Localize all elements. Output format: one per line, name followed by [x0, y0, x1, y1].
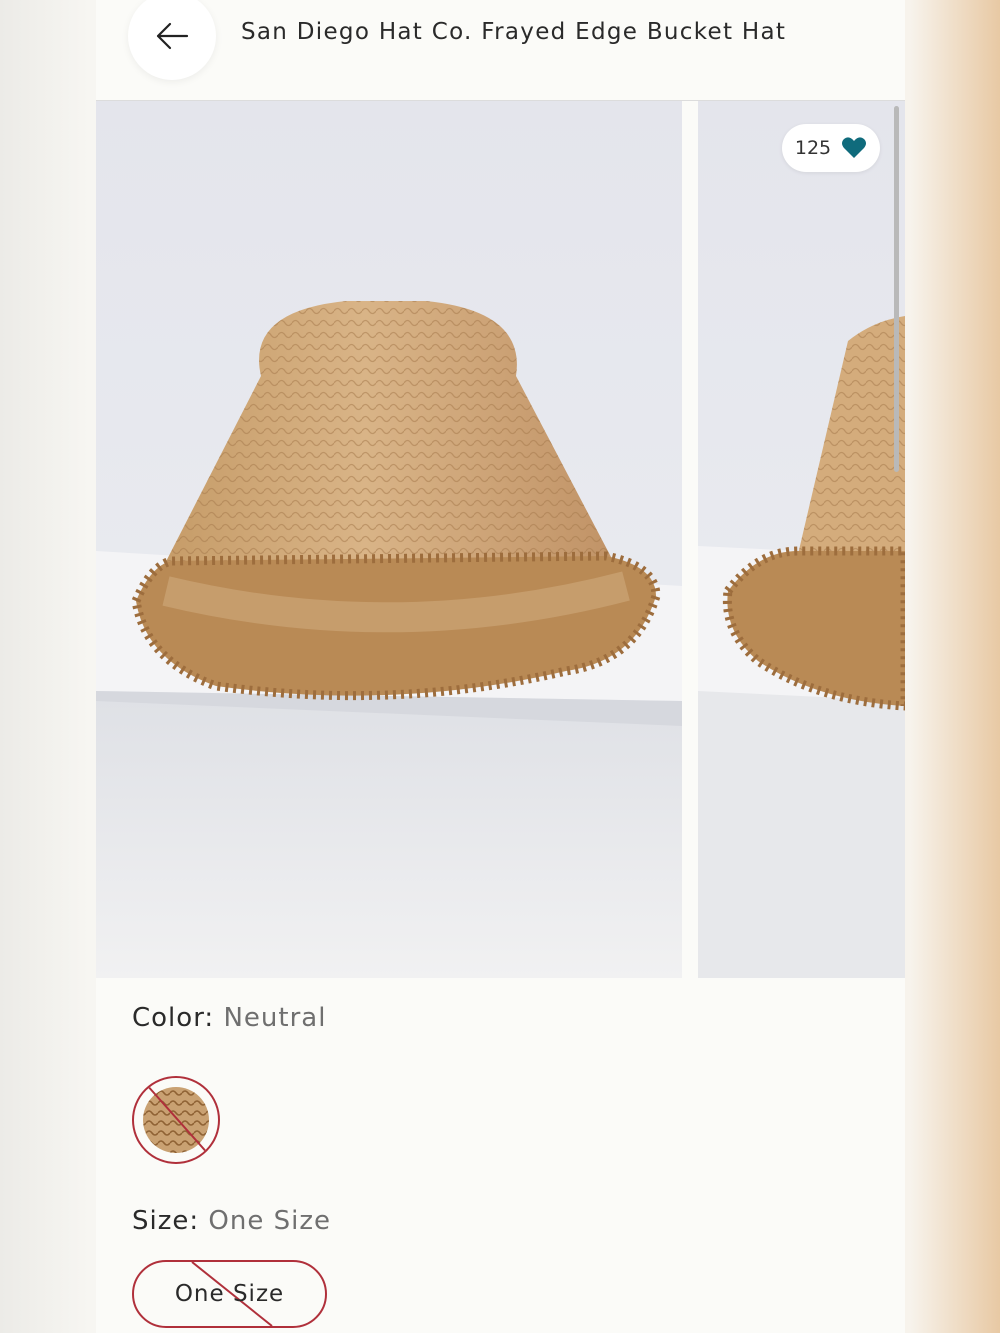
page-title: San Diego Hat Co. Frayed Edge Bucket Hat: [241, 19, 787, 45]
back-button[interactable]: [128, 0, 216, 80]
like-button[interactable]: 125: [782, 124, 880, 172]
product-image-next[interactable]: [698, 101, 905, 978]
color-label: Color: Neutral: [132, 1003, 326, 1033]
swatch-image: [136, 1080, 216, 1160]
color-label-key: Color:: [132, 1003, 215, 1033]
size-value: One Size: [208, 1206, 331, 1236]
like-count: 125: [794, 137, 832, 159]
product-image-main[interactable]: [96, 101, 682, 978]
arrow-left-icon: [156, 22, 189, 50]
size-label-key: Size:: [132, 1206, 200, 1236]
hat-photo-secondary: [698, 101, 905, 978]
hat-photo: [96, 101, 682, 978]
scrollbar[interactable]: [894, 106, 899, 472]
heart-icon: [842, 137, 867, 158]
product-page: San Diego Hat Co. Frayed Edge Bucket Hat: [96, 0, 905, 1333]
size-label: Size: One Size: [132, 1206, 331, 1236]
color-value: Neutral: [223, 1003, 327, 1033]
size-option-one-size[interactable]: One Size: [132, 1260, 327, 1328]
size-option-label: One Size: [174, 1281, 285, 1307]
color-swatch-neutral[interactable]: [132, 1076, 220, 1164]
header: San Diego Hat Co. Frayed Edge Bucket Hat: [96, 0, 905, 101]
